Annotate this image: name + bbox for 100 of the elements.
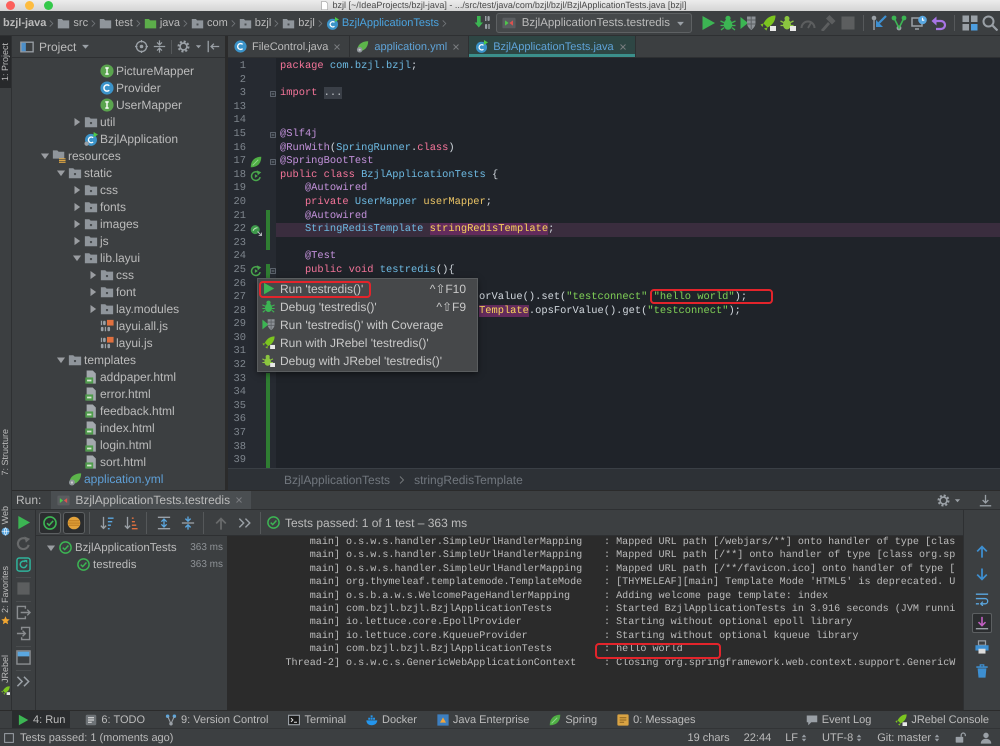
grid-icon[interactable] bbox=[962, 15, 978, 31]
square-icon[interactable] bbox=[4, 732, 14, 742]
circular-arrow-icon[interactable] bbox=[250, 170, 262, 182]
breadcrumb[interactable]: src bbox=[57, 16, 88, 30]
tool-window-button[interactable]: Docker bbox=[361, 711, 422, 728]
tree-item[interactable]: images bbox=[72, 215, 139, 232]
tree-item[interactable]: lay.modules bbox=[88, 300, 180, 317]
tree-item[interactable]: error.html bbox=[84, 385, 151, 402]
project-view-dropdown[interactable]: Project bbox=[20, 40, 90, 54]
tool-window-button[interactable]: JRebel Console bbox=[890, 711, 994, 728]
rocket-icon[interactable] bbox=[760, 15, 776, 31]
caret-right-icon[interactable] bbox=[72, 236, 82, 246]
tree-item[interactable]: css bbox=[88, 266, 134, 283]
tool-window-button[interactable]: 0: Messages bbox=[612, 711, 700, 728]
tree-item[interactable]: application.yml bbox=[68, 470, 164, 487]
tree-item[interactable]: static bbox=[56, 164, 112, 181]
collapse-icon[interactable] bbox=[153, 40, 166, 53]
test-item[interactable]: testredis 363 ms bbox=[77, 556, 223, 573]
tree-item[interactable]: sort.html bbox=[84, 453, 146, 470]
arrow-down-icon[interactable] bbox=[474, 15, 490, 31]
branch-icon[interactable] bbox=[891, 15, 907, 31]
tree-item[interactable]: Provider bbox=[100, 79, 161, 96]
caret-right-icon[interactable] bbox=[88, 286, 98, 296]
gear-icon[interactable] bbox=[937, 494, 950, 506]
play-icon[interactable] bbox=[16, 515, 31, 530]
breadcrumb[interactable]: bzjl bbox=[238, 16, 272, 30]
menu-item[interactable]: Run with JRebel 'testredis()' bbox=[258, 334, 477, 352]
breadcrumb[interactable]: com bbox=[191, 16, 228, 30]
import-icon[interactable] bbox=[16, 626, 31, 641]
tool-window-button[interactable]: Web bbox=[0, 498, 11, 543]
status-widget[interactable]: 19 chars bbox=[687, 732, 730, 744]
tree-item[interactable]: PictureMapper bbox=[100, 62, 194, 79]
fold-icon[interactable] bbox=[270, 268, 276, 274]
tree-item[interactable]: fonts bbox=[72, 198, 126, 215]
history-icon[interactable] bbox=[911, 15, 927, 31]
tree-item[interactable]: UserMapper bbox=[100, 96, 182, 113]
tool-window-button[interactable]: 7: Structure bbox=[0, 422, 11, 483]
fold-icon[interactable] bbox=[270, 132, 276, 138]
tool-window-button[interactable]: 2: Favorites bbox=[0, 558, 11, 632]
caret-down-icon[interactable] bbox=[46, 542, 56, 552]
leaf-icon[interactable] bbox=[250, 156, 262, 168]
tree-item[interactable]: util bbox=[72, 113, 116, 130]
tool-window-button[interactable]: 9: Version Control bbox=[160, 711, 274, 728]
caret-icon[interactable] bbox=[954, 496, 961, 504]
status-widget[interactable]: UTF-8 bbox=[822, 732, 864, 744]
breadcrumb[interactable]: bzjl bbox=[282, 16, 315, 30]
bug-icon[interactable] bbox=[720, 15, 736, 31]
tree-item[interactable]: layui.all.js bbox=[100, 317, 168, 334]
tool-window-button[interactable]: Terminal bbox=[283, 711, 352, 728]
caret-right-icon[interactable] bbox=[88, 304, 98, 314]
breadcrumb[interactable]: test bbox=[99, 16, 133, 30]
hide-icon[interactable] bbox=[207, 40, 220, 53]
close-icon[interactable] bbox=[452, 42, 460, 50]
fold-icon[interactable] bbox=[270, 158, 276, 165]
tree-item[interactable]: addpaper.html bbox=[84, 368, 176, 385]
coverage-icon[interactable] bbox=[740, 15, 756, 31]
tree-item[interactable]: BzjlApplication bbox=[84, 130, 178, 147]
tree-item[interactable]: js bbox=[72, 232, 109, 249]
tree-item[interactable]: index.html bbox=[84, 419, 155, 436]
breadcrumb[interactable]: BzjlApplicationTests bbox=[326, 16, 440, 30]
menu-item[interactable]: Debug 'testredis()' ^⇧F9 bbox=[258, 298, 477, 316]
tree-item[interactable]: feedback.html bbox=[84, 402, 175, 419]
breadcrumb[interactable]: stringRedisTemplate bbox=[414, 472, 523, 486]
close-icon[interactable] bbox=[618, 42, 627, 50]
tree-item[interactable]: resources bbox=[40, 147, 121, 164]
scroll-end-button[interactable] bbox=[972, 613, 992, 633]
close-button[interactable] bbox=[6, 1, 15, 10]
tree-item[interactable]: templates bbox=[56, 351, 136, 368]
close-icon[interactable] bbox=[333, 42, 342, 50]
status-widget[interactable]: LF bbox=[785, 732, 808, 744]
tree-item[interactable]: login.html bbox=[84, 436, 152, 453]
target-icon[interactable] bbox=[135, 40, 148, 53]
branch-arrow-icon[interactable] bbox=[871, 15, 887, 31]
undo-icon[interactable] bbox=[931, 15, 947, 31]
play-icon[interactable] bbox=[700, 15, 716, 31]
caret-down-icon[interactable] bbox=[56, 168, 66, 178]
export-icon[interactable] bbox=[16, 605, 31, 620]
search-icon[interactable] bbox=[982, 15, 998, 31]
tool-window-button[interactable]: Event Log bbox=[800, 711, 876, 728]
tool-window-button[interactable]: Spring bbox=[544, 711, 602, 728]
tree-item[interactable]: layui.js bbox=[100, 334, 153, 351]
bug-icon[interactable] bbox=[780, 15, 796, 31]
menu-item[interactable]: Run 'testredis()' ^⇧F10 bbox=[258, 280, 477, 298]
tool-window-button[interactable]: Java Enterprise bbox=[432, 711, 534, 728]
editor-tab[interactable]: FileControl.java bbox=[228, 36, 350, 57]
hide-icon[interactable] bbox=[979, 494, 992, 506]
circular-arrow-icon[interactable] bbox=[250, 264, 262, 277]
test-item[interactable]: BzjlApplicationTests 363 ms bbox=[46, 539, 223, 556]
caret-down-icon[interactable] bbox=[40, 150, 50, 160]
tool-window-button[interactable]: 6: TODO bbox=[80, 711, 150, 728]
menu-item[interactable]: Run 'testredis()' with Coverage bbox=[258, 316, 477, 334]
breadcrumb[interactable]: java bbox=[144, 16, 180, 30]
breadcrumb[interactable]: bzjl-java bbox=[3, 17, 46, 29]
tool-window-button[interactable]: 1: Project bbox=[0, 36, 11, 88]
fold-icon[interactable] bbox=[270, 90, 276, 97]
more-icon[interactable] bbox=[16, 674, 31, 689]
tree-item[interactable]: lib.layui bbox=[72, 249, 140, 266]
refresh-icon[interactable] bbox=[16, 557, 31, 572]
caret-right-icon[interactable] bbox=[88, 270, 98, 280]
editor-tab[interactable]: BzjlApplicationTests.java bbox=[469, 36, 636, 57]
